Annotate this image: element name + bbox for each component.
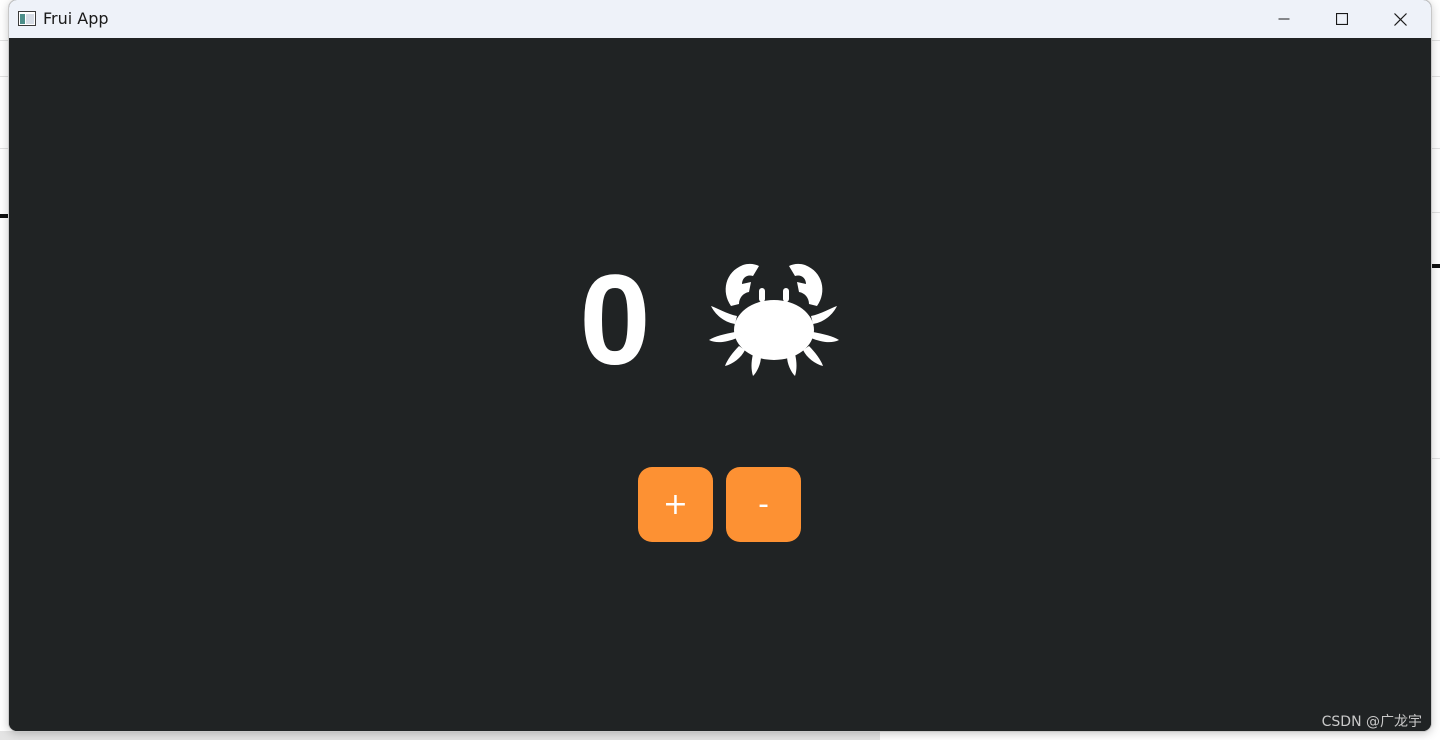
- increment-button[interactable]: +: [638, 467, 713, 542]
- window-title: Frui App: [43, 9, 109, 28]
- bg-dark-bar: [0, 214, 9, 218]
- minimize-icon: [1278, 18, 1290, 20]
- bg-footer-strip: [0, 731, 880, 740]
- counter-display: 0: [579, 256, 849, 386]
- counter-value: 0: [579, 249, 651, 392]
- minimize-button[interactable]: [1255, 0, 1313, 38]
- app-content: 0 + -: [9, 38, 1431, 731]
- bg-divider: [1431, 212, 1440, 213]
- bg-divider: [1431, 458, 1440, 459]
- maximize-button[interactable]: [1313, 0, 1371, 38]
- decrement-button[interactable]: -: [726, 467, 801, 542]
- close-icon: [1393, 12, 1407, 26]
- close-button[interactable]: [1371, 0, 1429, 38]
- title-bar[interactable]: Frui App: [9, 0, 1431, 38]
- crab-icon: [709, 263, 839, 376]
- app-window-icon: [18, 11, 36, 26]
- watermark: CSDN @广龙宇: [1321, 714, 1422, 730]
- app-window: Frui App 0 + -: [9, 0, 1431, 731]
- bg-dark-bar: [1431, 264, 1440, 268]
- maximize-icon: [1336, 13, 1348, 25]
